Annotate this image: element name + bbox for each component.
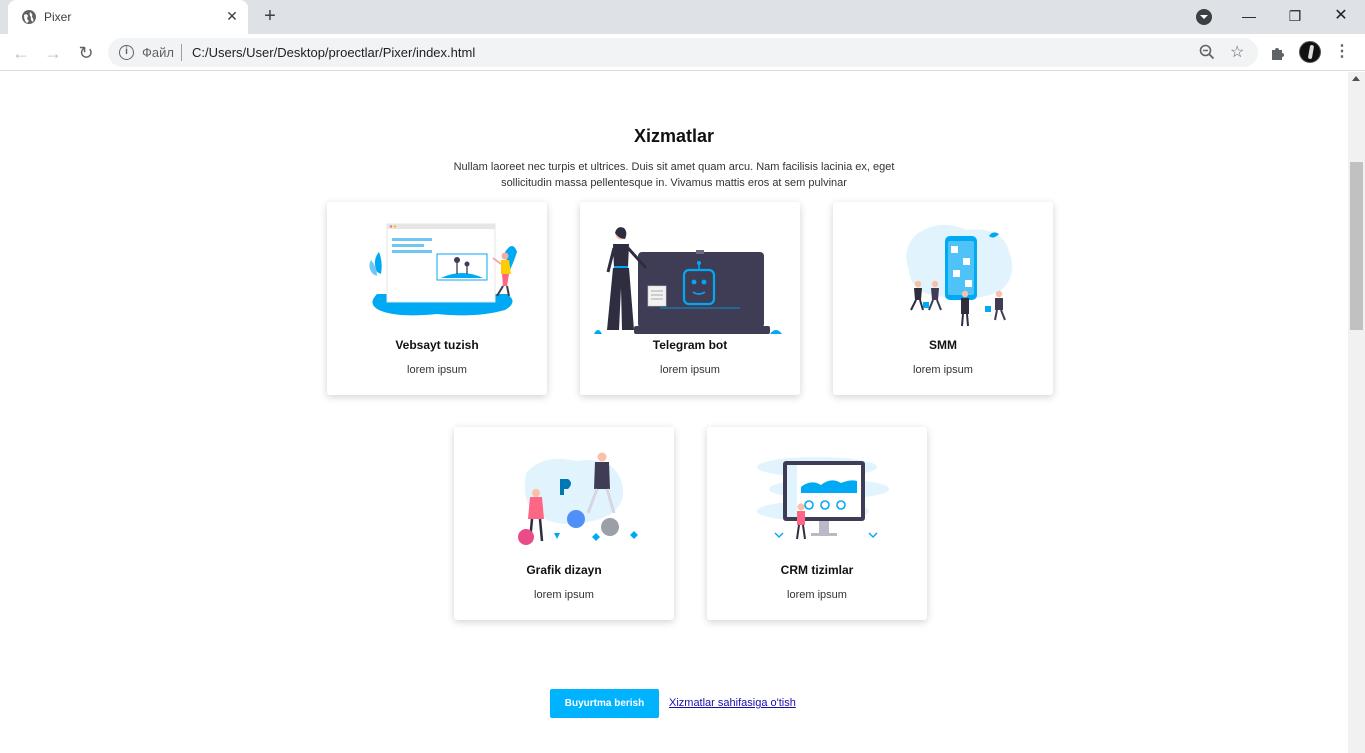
address-bar[interactable]: i Файл C:/Users/User/Desktop/proectlar/P… bbox=[108, 38, 1258, 67]
tab-close-button[interactable]: ✕ bbox=[222, 6, 242, 26]
service-title: Vebsayt tuzish bbox=[395, 338, 479, 352]
url-text[interactable]: C:/Users/User/Desktop/proectlar/Pixer/in… bbox=[192, 45, 475, 60]
page-content: Xizmatlar Nullam laoreet nec turpis et u… bbox=[0, 72, 1348, 753]
service-card-website[interactable]: Vebsayt tuzish lorem ipsum bbox=[327, 202, 547, 395]
extensions-puzzle-icon[interactable] bbox=[1268, 43, 1288, 63]
reload-icon[interactable]: ↻ bbox=[73, 40, 99, 66]
scroll-up-arrow-icon[interactable] bbox=[1352, 76, 1360, 81]
section-title: Xizmatlar bbox=[633, 126, 715, 146]
new-tab-button[interactable]: + bbox=[258, 6, 282, 28]
tab-search-icon[interactable] bbox=[1196, 9, 1212, 25]
browser-toolbar: ← → ↻ i Файл C:/Users/User/Desktop/proec… bbox=[0, 34, 1365, 71]
close-window-button[interactable]: ✕ bbox=[1318, 0, 1364, 34]
service-description: lorem ipsum bbox=[787, 589, 847, 601]
telegram-bot-illustration bbox=[594, 227, 782, 334]
smm-illustration bbox=[906, 224, 1013, 327]
menu-kebab-icon[interactable]: ⋮ bbox=[1334, 43, 1350, 63]
service-card-smm[interactable]: SMM lorem ipsum bbox=[833, 202, 1053, 395]
page-scrollbar[interactable] bbox=[1348, 72, 1365, 753]
restore-button[interactable]: ❐ bbox=[1272, 0, 1318, 34]
service-title: CRM tizimlar bbox=[780, 563, 854, 577]
website-illustration bbox=[369, 223, 517, 316]
minimize-button[interactable]: — bbox=[1226, 0, 1272, 34]
back-arrow-icon[interactable]: ← bbox=[8, 40, 34, 66]
tab-title: Pixer bbox=[44, 10, 72, 24]
profile-avatar[interactable] bbox=[1299, 41, 1321, 63]
divider bbox=[181, 44, 182, 61]
order-button[interactable]: Buyurtma berish bbox=[550, 689, 659, 718]
service-description: lorem ipsum bbox=[407, 364, 467, 376]
graphic-design-illustration bbox=[518, 452, 638, 545]
service-description: lorem ipsum bbox=[660, 364, 720, 376]
info-icon[interactable]: i bbox=[119, 45, 134, 60]
section-description: Nullam laoreet nec turpis et ultrices. D… bbox=[453, 161, 895, 189]
services-page-link[interactable]: Xizmatlar sahifasiga o'tish bbox=[669, 697, 796, 709]
bookmark-star-icon[interactable]: ☆ bbox=[1230, 42, 1248, 61]
tab-strip: Pixer ✕ + — ❐ ✕ bbox=[0, 0, 1365, 34]
browser-tab[interactable]: Pixer ✕ bbox=[8, 0, 248, 34]
file-scheme-label: Файл bbox=[142, 45, 174, 60]
service-title: Grafik dizayn bbox=[526, 563, 602, 577]
service-card-graphic-design[interactable]: Grafik dizayn lorem ipsum bbox=[454, 427, 674, 620]
service-title: Telegram bot bbox=[652, 338, 728, 352]
forward-arrow-icon[interactable]: → bbox=[40, 40, 66, 66]
globe-icon bbox=[22, 10, 36, 24]
scrollbar-thumb[interactable] bbox=[1350, 162, 1363, 330]
service-card-crm[interactable]: CRM tizimlar lorem ipsum bbox=[707, 427, 927, 620]
crm-illustration bbox=[757, 457, 889, 540]
service-description: lorem ipsum bbox=[913, 364, 973, 376]
service-description: lorem ipsum bbox=[534, 589, 594, 601]
zoom-out-icon[interactable] bbox=[1198, 43, 1216, 61]
service-title: SMM bbox=[929, 338, 957, 352]
service-card-telegram-bot[interactable]: Telegram bot lorem ipsum bbox=[580, 202, 800, 395]
